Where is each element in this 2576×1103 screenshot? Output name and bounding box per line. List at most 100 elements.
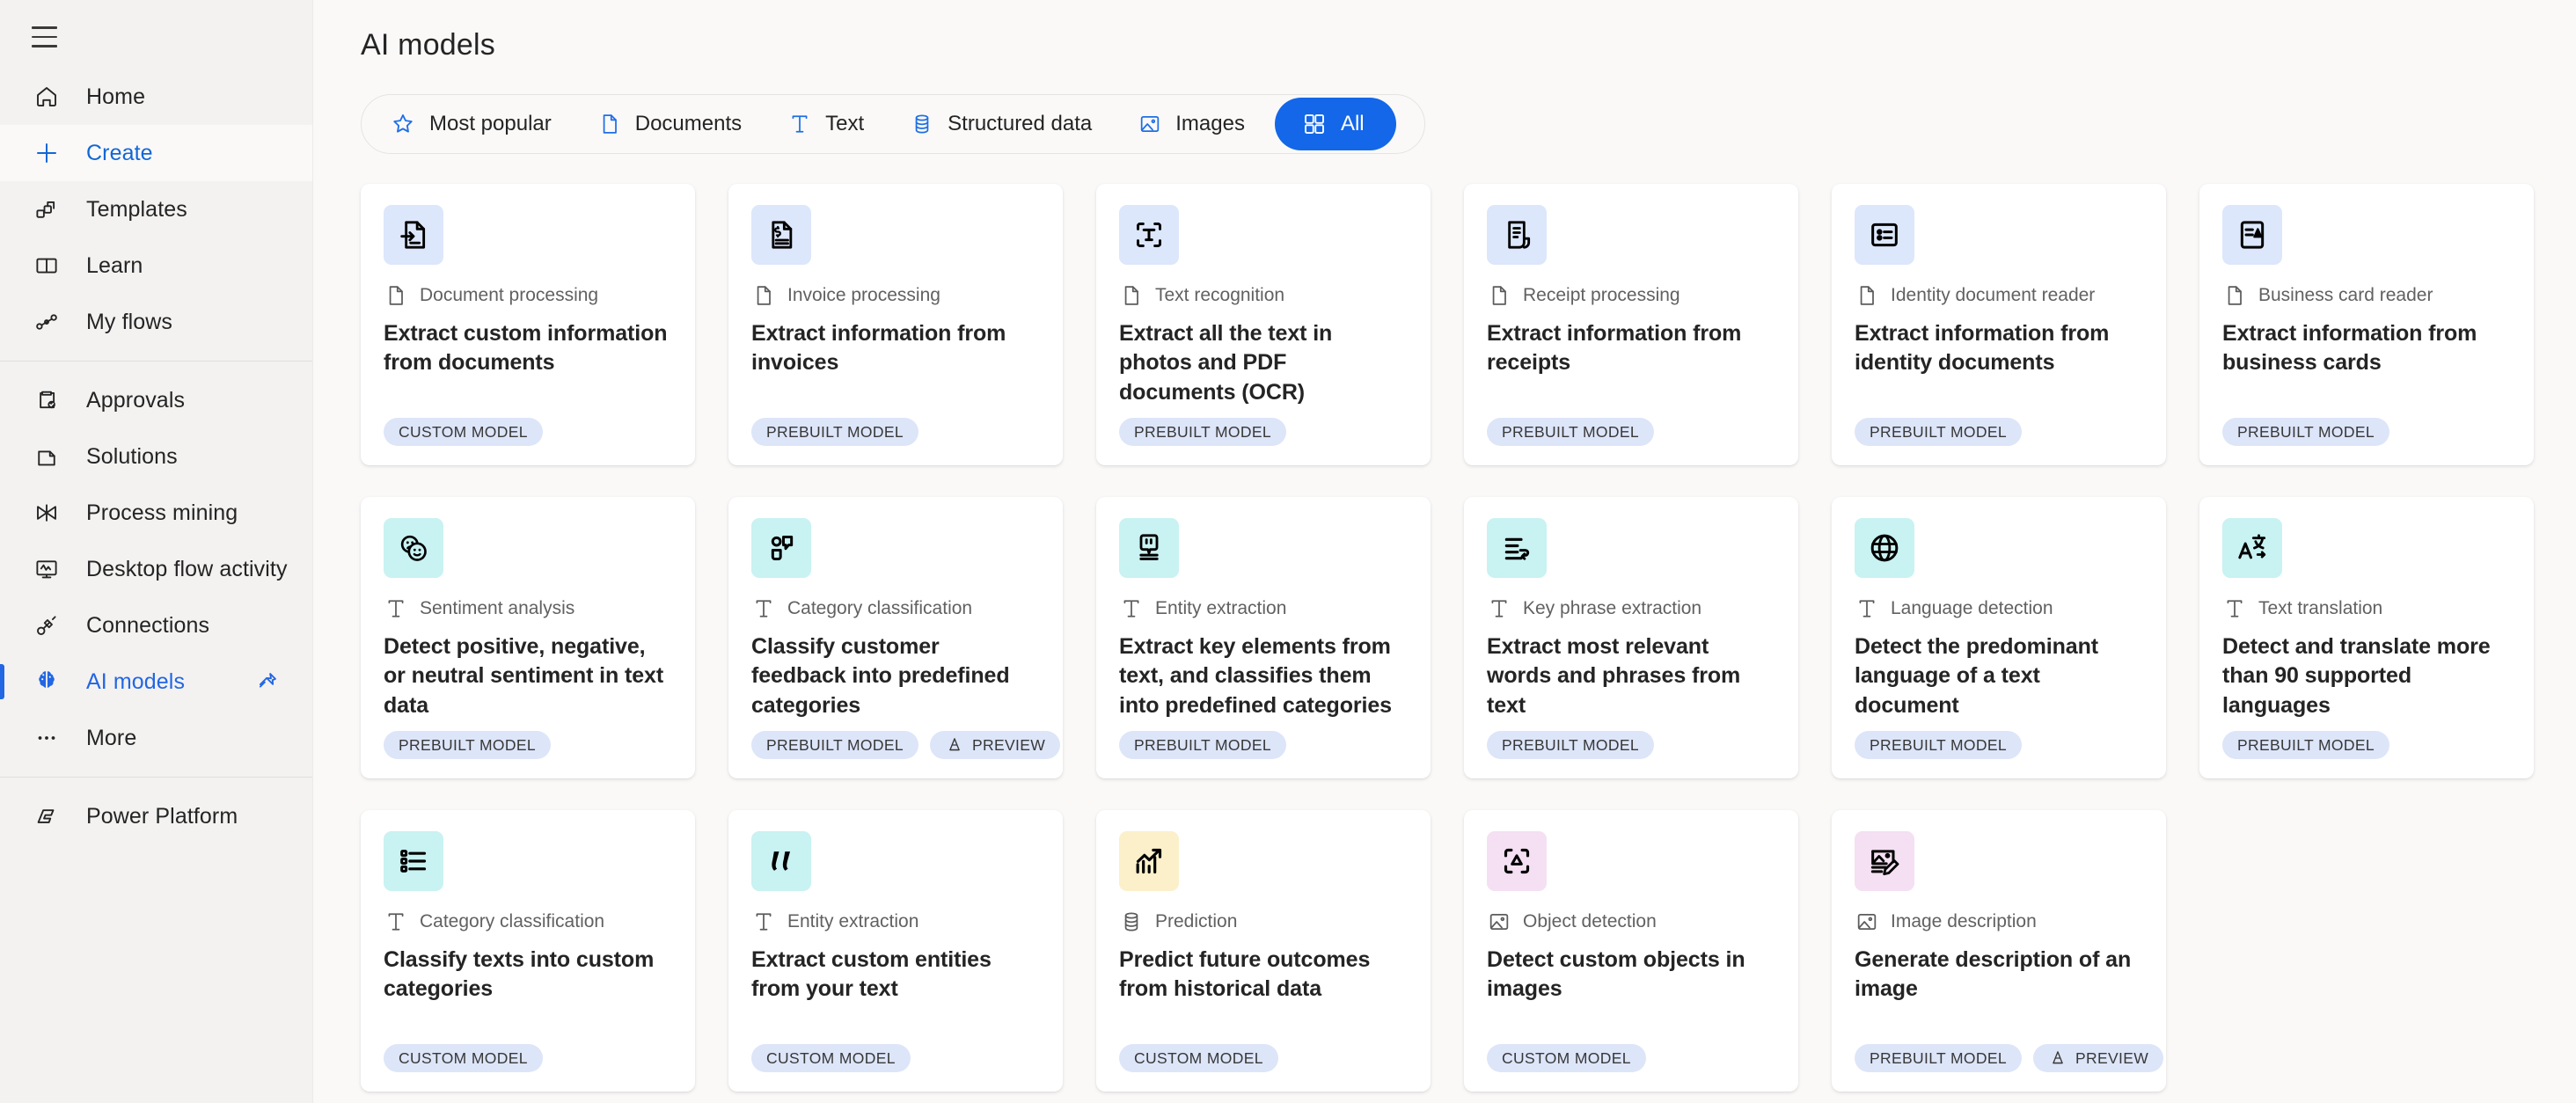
tag-label: PREBUILT MODEL [1134, 735, 1271, 754]
card-tags: PREBUILT MODEL [1487, 731, 1654, 759]
filter-documents[interactable]: Documents [574, 99, 765, 150]
sidebar-item-label: Learn [86, 252, 143, 278]
sidebar-item-label: More [86, 725, 137, 750]
card-category-label: Object detection [1523, 911, 1657, 931]
card-category: Invoice processing [751, 284, 1040, 307]
tag-custom-model: CUSTOM MODEL [384, 418, 543, 446]
sidebar-group: Power Platform [0, 788, 312, 844]
card-icon-tile [2222, 205, 2282, 265]
model-card[interactable]: Entity extraction Extract custom entities… [728, 810, 1063, 1092]
filter-label: Most popular [429, 112, 552, 135]
app-root: Home Create Templates Learn My flows Approval… [0, 0, 2576, 1103]
filter-text[interactable]: Text [765, 99, 887, 150]
text-t-icon [384, 909, 408, 934]
card-category: Category classification [384, 910, 672, 933]
sidebar-item-power-platform[interactable]: Power Platform [0, 788, 312, 844]
model-card[interactable]: Object detection Detect custom objects in… [1464, 810, 1798, 1092]
model-card[interactable]: Text recognition Extract all the text in … [1096, 184, 1431, 465]
tag-prebuilt-model: PREBUILT MODEL [1487, 731, 1654, 759]
model-card[interactable]: Image description Generate description of… [1832, 810, 2166, 1092]
tag-label: PREBUILT MODEL [1502, 422, 1639, 441]
card-category-label: Entity extraction [787, 911, 919, 931]
filter-structured-data[interactable]: Structured data [887, 99, 1115, 150]
card-category-label: Document processing [420, 285, 599, 305]
card-tags: PREBUILT MODEL [1487, 418, 1654, 446]
card-tags: CUSTOM MODEL [1487, 1044, 1646, 1072]
model-card[interactable]: Key phrase extraction Extract most releva… [1464, 497, 1798, 778]
sidebar-item-templates[interactable]: Templates [0, 181, 312, 237]
model-card[interactable]: Business card reader Extract information … [2199, 184, 2534, 465]
card-tags: CUSTOM MODEL [384, 418, 543, 446]
filter-images[interactable]: Images [1115, 99, 1268, 150]
sidebar-item-connections[interactable]: Connections [0, 597, 312, 654]
card-category-label: Sentiment analysis [420, 598, 575, 618]
templates-icon [26, 194, 67, 224]
model-card[interactable]: Identity document reader Extract informat… [1832, 184, 2166, 465]
text-t-icon [384, 596, 408, 621]
sidebar-item-learn[interactable]: Learn [0, 237, 312, 294]
text-t-icon [787, 112, 812, 136]
tag-preview: PREVIEW [929, 731, 1061, 759]
tag-prebuilt-model: PREBUILT MODEL [2222, 418, 2389, 446]
card-category: Prediction [1119, 910, 1408, 933]
card-icon-tile [751, 831, 811, 891]
card-icon-tile [1119, 831, 1179, 891]
tag-prebuilt-model: PREBUILT MODEL [1855, 731, 2022, 759]
tag-label: PREVIEW [971, 735, 1046, 754]
sidebar-item-home[interactable]: Home [0, 69, 312, 125]
model-card[interactable]: Category classification Classify texts in… [361, 810, 695, 1092]
sidebar-item-my-flows[interactable]: My flows [0, 294, 312, 350]
sidebar-item-solutions[interactable]: Solutions [0, 428, 312, 485]
filter-label: All [1340, 112, 1365, 135]
card-icon-tile [1487, 831, 1547, 891]
document-icon [1855, 283, 1879, 308]
sidebar-item-process-mining[interactable]: Process mining [0, 485, 312, 541]
filter-most-popular[interactable]: Most popular [367, 99, 574, 150]
image-icon [1138, 112, 1162, 136]
model-card[interactable]: Sentiment analysis Detect positive, negat… [361, 497, 695, 778]
card-title: Extract information from receipts [1487, 321, 1742, 376]
card-tags: PREBUILT MODEL [384, 731, 551, 759]
card-tags: PREBUILT MODEL PREVIEW [751, 731, 1061, 759]
filter-all[interactable]: All [1274, 98, 1396, 150]
sidebar: Home Create Templates Learn My flows Approval… [0, 0, 313, 1103]
sidebar-item-ai-models[interactable]: AI models [0, 654, 312, 710]
pin-icon[interactable] [254, 668, 281, 695]
model-card[interactable]: Text translation Detect and translate mor… [2199, 497, 2534, 778]
document-icon [751, 283, 776, 308]
preview-cone-icon [945, 735, 964, 755]
approvals-clipboard-icon [26, 385, 67, 415]
card-category-label: Identity document reader [1891, 285, 2096, 305]
card-category-label: Image description [1891, 911, 2037, 931]
tag-custom-model: CUSTOM MODEL [1119, 1044, 1278, 1072]
card-category-label: Language detection [1891, 598, 2053, 618]
card-category: Image description [1855, 910, 2143, 933]
tag-prebuilt-model: PREBUILT MODEL [1119, 418, 1286, 446]
model-card[interactable]: Receipt processing Extract information fr… [1464, 184, 1798, 465]
page-title: AI models [361, 28, 495, 62]
tag-custom-model: CUSTOM MODEL [1487, 1044, 1646, 1072]
card-category-label: Key phrase extraction [1523, 598, 1702, 618]
model-card[interactable]: Category classification Classify customer… [728, 497, 1063, 778]
card-category: Receipt processing [1487, 284, 1775, 307]
filter-bar: Most popular Documents Text Structured data… [361, 94, 1425, 154]
card-category-label: Text translation [2258, 598, 2383, 618]
sidebar-item-desktop-flow-activity[interactable]: Desktop flow activity [0, 541, 312, 597]
sidebar-item-more[interactable]: More [0, 710, 312, 766]
card-category: Key phrase extraction [1487, 597, 1775, 620]
model-card[interactable]: Invoice processing Extract information fr… [728, 184, 1063, 465]
model-card[interactable]: Document processing Extract custom inform… [361, 184, 695, 465]
model-card[interactable]: Prediction Predict future outcomes from h… [1096, 810, 1431, 1092]
hamburger-icon[interactable] [32, 11, 84, 63]
sidebar-item-label: Templates [86, 196, 187, 222]
model-card[interactable]: Entity extraction Extract key elements fr… [1096, 497, 1431, 778]
model-card-grid: Document processing Extract custom inform… [361, 184, 2576, 1092]
sidebar-divider [0, 777, 312, 778]
model-card[interactable]: Language detection Detect the predominant… [1832, 497, 2166, 778]
sidebar-item-create[interactable]: Create [0, 125, 312, 181]
sidebar-item-approvals[interactable]: Approvals [0, 372, 312, 428]
text-t-icon [751, 909, 776, 934]
card-category: Text translation [2222, 597, 2511, 620]
database-icon [910, 112, 934, 136]
card-category-label: Category classification [787, 598, 973, 618]
